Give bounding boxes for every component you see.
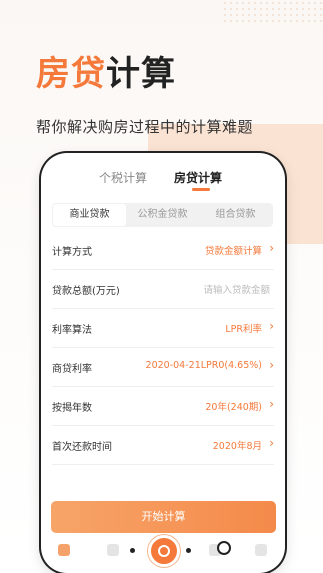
home-icon[interactable] — [58, 544, 70, 556]
total-loan-input[interactable]: 请输入贷款金额 — [203, 282, 270, 296]
rate-method-label: 利率算法 — [52, 325, 92, 336]
total-loan-label: 贷款总额(万元) — [52, 286, 120, 297]
calculator-tabs: 个税计算 房贷计算 — [41, 153, 285, 199]
phone-mockup: 个税计算 房贷计算 商业贷款 公积金贷款 组合贷款 计算方式 贷款金额计算 › … — [41, 153, 285, 573]
tab-tax[interactable]: 个税计算 — [99, 169, 147, 186]
calc-method-label: 计算方式 — [52, 247, 92, 258]
rate-method-row[interactable]: 利率算法 LPR利率 › — [52, 309, 274, 348]
bottom-nav — [41, 535, 285, 573]
years-value: 20年(240期) — [205, 402, 262, 413]
hero-title-accent: 房贷 — [36, 54, 106, 94]
first-repay-value: 2020年8月 — [212, 441, 262, 452]
commercial-rate-row[interactable]: 商贷利率 2020-04-21LPR0(4.65%) › — [52, 348, 274, 387]
years-label: 按揭年数 — [52, 403, 92, 414]
start-calculation-button[interactable]: 开始计算 — [51, 501, 276, 533]
chevron-right-icon: › — [269, 358, 274, 372]
loan-type-provident[interactable]: 公积金贷款 — [126, 203, 199, 227]
commercial-rate-label: 商贷利率 — [52, 364, 92, 375]
first-repay-row[interactable]: 首次还款时间 2020年8月 › — [52, 426, 274, 465]
chevron-right-icon: › — [269, 241, 274, 255]
decorative-dots — [222, 0, 323, 22]
calc-method-value: 贷款金额计算 — [204, 246, 262, 257]
calculator-fab-icon[interactable] — [148, 535, 180, 567]
hero-subtitle: 帮你解决购房过程中的计算难题 — [36, 118, 254, 136]
years-row[interactable]: 按揭年数 20年(240期) › — [52, 387, 274, 426]
menu-icon[interactable] — [255, 544, 267, 556]
calc-method-row[interactable]: 计算方式 贷款金额计算 › — [52, 231, 274, 270]
chevron-right-icon: › — [269, 397, 274, 411]
dot-icon — [186, 548, 191, 553]
total-loan-row[interactable]: 贷款总额(万元) 请输入贷款金额 — [52, 270, 274, 309]
chevron-right-icon: › — [269, 436, 274, 450]
tab-mortgage[interactable]: 房贷计算 — [174, 169, 222, 186]
active-tab-indicator — [192, 188, 210, 191]
tool-icon[interactable] — [107, 544, 119, 556]
dot-icon — [130, 548, 135, 553]
rate-method-value: LPR利率 — [225, 324, 262, 335]
loan-type-selector: 商业贷款 公积金贷款 组合贷款 — [52, 203, 273, 227]
ring-icon[interactable] — [217, 541, 231, 555]
first-repay-label: 首次还款时间 — [52, 442, 112, 453]
chevron-right-icon: › — [269, 319, 274, 333]
loan-type-commercial[interactable]: 商业贷款 — [53, 204, 126, 226]
loan-type-combined[interactable]: 组合贷款 — [199, 203, 272, 227]
hero-title-rest: 计算 — [106, 54, 176, 94]
commercial-rate-value: 2020-04-21LPR0(4.65%) — [145, 360, 262, 371]
hero-title: 房贷计算 — [36, 52, 176, 96]
